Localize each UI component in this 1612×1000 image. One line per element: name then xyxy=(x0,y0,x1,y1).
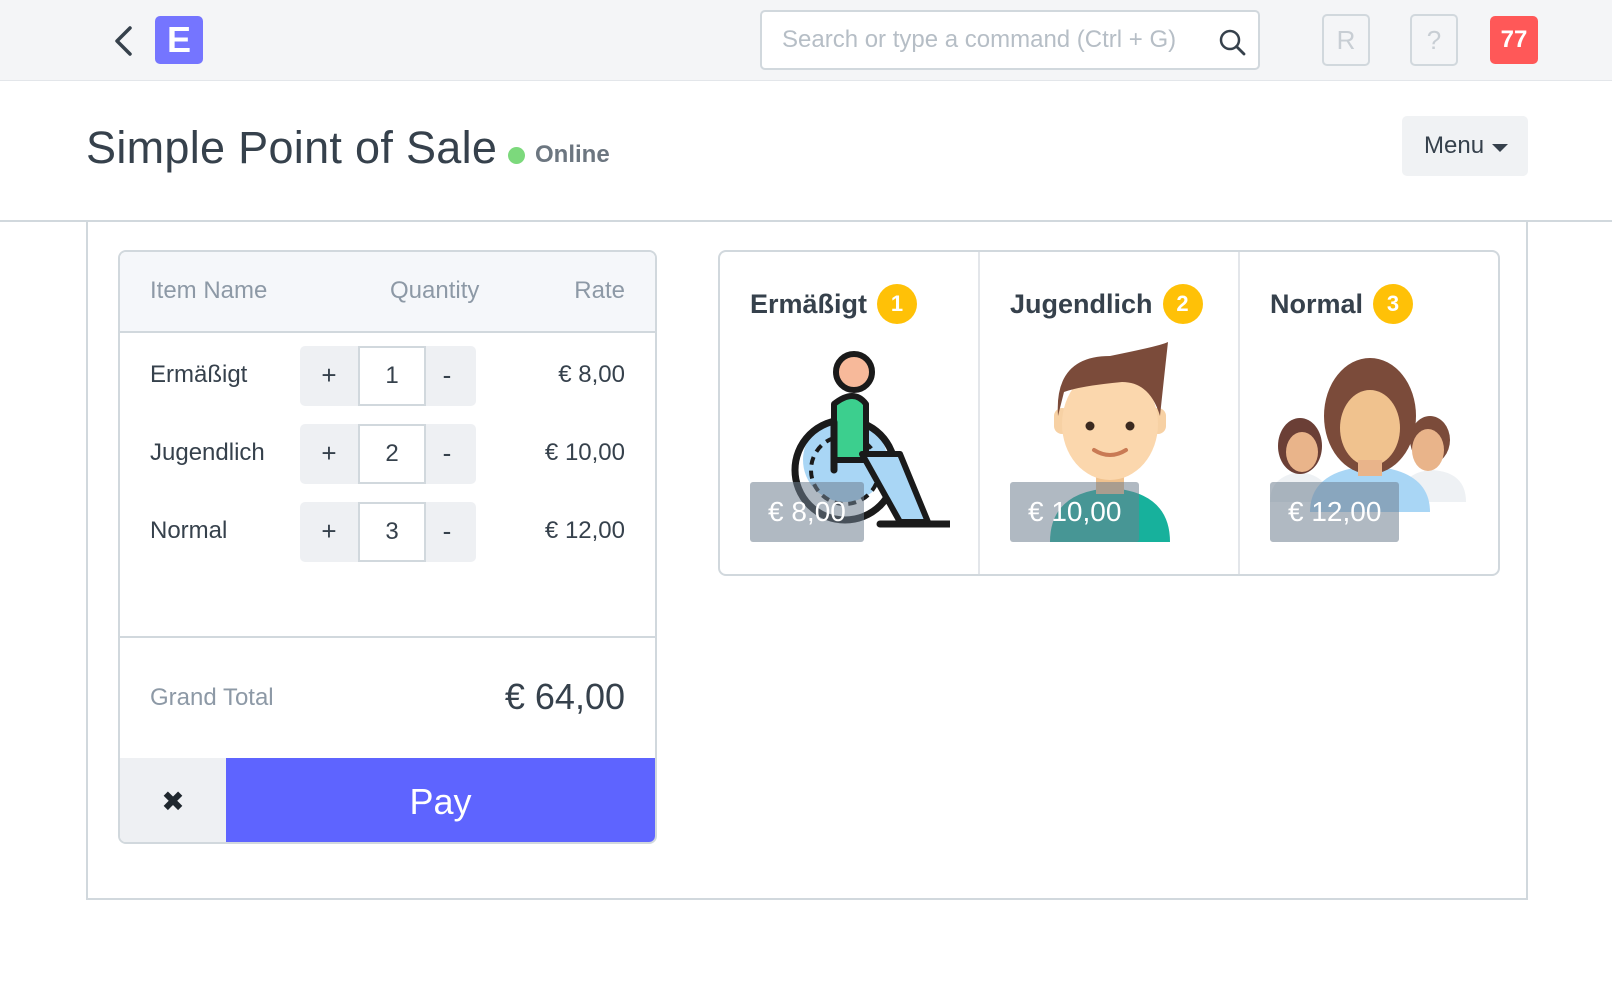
cart-item-name: Jugendlich xyxy=(150,439,265,466)
app-logo[interactable]: E xyxy=(155,16,203,64)
product-tile[interactable]: Normal 3 € 12,00 xyxy=(1240,252,1498,574)
column-header-rate: Rate xyxy=(574,277,625,304)
product-tile[interactable]: Jugendlich 2 € 10,00 xyxy=(980,252,1240,574)
cart-item-name: Ermäßigt xyxy=(150,361,248,388)
column-header-item-name: Item Name xyxy=(150,277,268,304)
quantity-stepper: + - xyxy=(300,346,476,406)
quantity-stepper: + - xyxy=(300,502,476,562)
page-title: Simple Point of Sale xyxy=(86,122,498,173)
cart-actions: ✖ Pay xyxy=(120,758,655,842)
increase-quantity-button[interactable]: + xyxy=(300,346,358,406)
cart-header: Item Name Quantity Rate xyxy=(120,252,655,333)
cart-item-rate: € 8,00 xyxy=(558,361,625,388)
grand-total-amount: € 64,00 xyxy=(504,676,625,717)
search-input[interactable] xyxy=(782,22,1202,58)
quantity-input[interactable] xyxy=(358,502,426,562)
pay-button[interactable]: Pay xyxy=(226,758,655,842)
cart-row: Normal + - € 12,00 xyxy=(120,502,655,562)
quantity-input[interactable] xyxy=(358,346,426,406)
product-name: Jugendlich xyxy=(1010,288,1153,319)
user-initial-button[interactable]: R xyxy=(1322,14,1370,66)
back-chevron-icon[interactable] xyxy=(112,24,136,58)
top-navbar: E R ? 77 xyxy=(0,0,1612,81)
notification-count-badge[interactable]: 77 xyxy=(1490,16,1538,64)
product-grid: Ermäßigt 1 € 8,00 Jugendlich 2 € 10,00 N… xyxy=(718,250,1500,576)
product-name: Ermäßigt xyxy=(750,288,868,319)
awesomebar-search[interactable] xyxy=(760,10,1260,70)
product-tile[interactable]: Ermäßigt 1 € 8,00 xyxy=(720,252,980,574)
product-price: € 8,00 xyxy=(750,482,864,542)
clear-cart-button[interactable]: ✖ xyxy=(120,758,226,842)
grand-total-section: Grand Total € 64,00 xyxy=(120,636,655,756)
increase-quantity-button[interactable]: + xyxy=(300,424,358,484)
column-header-quantity: Quantity xyxy=(390,277,480,304)
cart-item-rate: € 10,00 xyxy=(544,439,625,466)
cart-row: Jugendlich + - € 10,00 xyxy=(120,424,655,484)
status-indicator: Online xyxy=(508,140,610,170)
caret-down-icon xyxy=(1492,144,1508,152)
decrease-quantity-button[interactable]: - xyxy=(418,346,476,406)
product-price: € 10,00 xyxy=(1010,482,1140,542)
quantity-stepper: + - xyxy=(300,424,476,484)
menu-dropdown-button[interactable]: Menu xyxy=(1402,116,1528,176)
cart-item-rate: € 12,00 xyxy=(544,517,625,544)
status-label: Online xyxy=(535,141,610,168)
menu-label: Menu xyxy=(1424,132,1485,159)
grand-total-label: Grand Total xyxy=(150,684,274,711)
cart-row: Ermäßigt + - € 8,00 xyxy=(120,346,655,406)
cart-count-badge: 3 xyxy=(1373,284,1414,324)
online-dot-icon xyxy=(508,146,525,164)
cart-count-badge: 1 xyxy=(877,284,918,324)
cart-count-badge: 2 xyxy=(1162,284,1203,324)
help-button[interactable]: ? xyxy=(1410,14,1458,66)
increase-quantity-button[interactable]: + xyxy=(300,502,358,562)
product-name: Normal xyxy=(1270,288,1364,319)
decrease-quantity-button[interactable]: - xyxy=(418,424,476,484)
decrease-quantity-button[interactable]: - xyxy=(418,502,476,562)
quantity-input[interactable] xyxy=(358,424,426,484)
product-price: € 12,00 xyxy=(1270,482,1400,542)
cart-panel: Item Name Quantity Rate Ermäßigt + - € 8… xyxy=(118,250,657,844)
search-icon[interactable] xyxy=(1218,28,1246,56)
cart-item-name: Normal xyxy=(150,517,228,544)
